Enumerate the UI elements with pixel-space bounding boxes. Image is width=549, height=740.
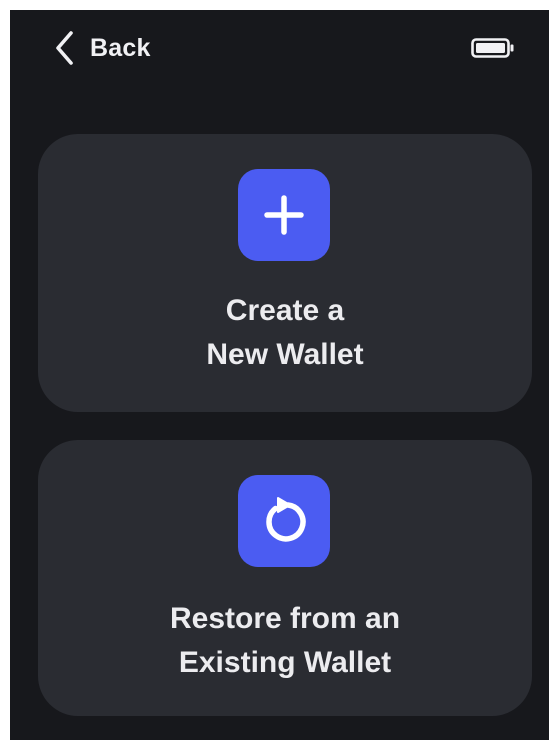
create-wallet-title-line1: Create a	[225, 294, 345, 327]
back-label: Back	[90, 33, 151, 62]
back-button[interactable]: Back	[54, 28, 151, 68]
restore-existing-wallet-button[interactable]: Restore from an Existing Wallet	[38, 440, 532, 716]
create-wallet-title-line2: New Wallet	[206, 338, 364, 371]
restore-wallet-title-line1: Restore from an	[169, 602, 401, 635]
chevron-left-icon	[54, 30, 76, 66]
restore-wallet-title-line2: Existing Wallet	[178, 646, 392, 679]
restore-wallet-title: Restore from an Existing Wallet	[38, 597, 532, 685]
create-new-wallet-button[interactable]: Create a New Wallet	[38, 134, 532, 412]
wallet-setup-screen: Back Create a New Wallet Restore from an…	[10, 10, 549, 740]
top-bar: Back	[10, 10, 549, 90]
plus-icon	[238, 169, 330, 261]
battery-icon	[471, 38, 515, 58]
create-wallet-title: Create a New Wallet	[38, 289, 532, 377]
restore-icon	[238, 475, 330, 567]
